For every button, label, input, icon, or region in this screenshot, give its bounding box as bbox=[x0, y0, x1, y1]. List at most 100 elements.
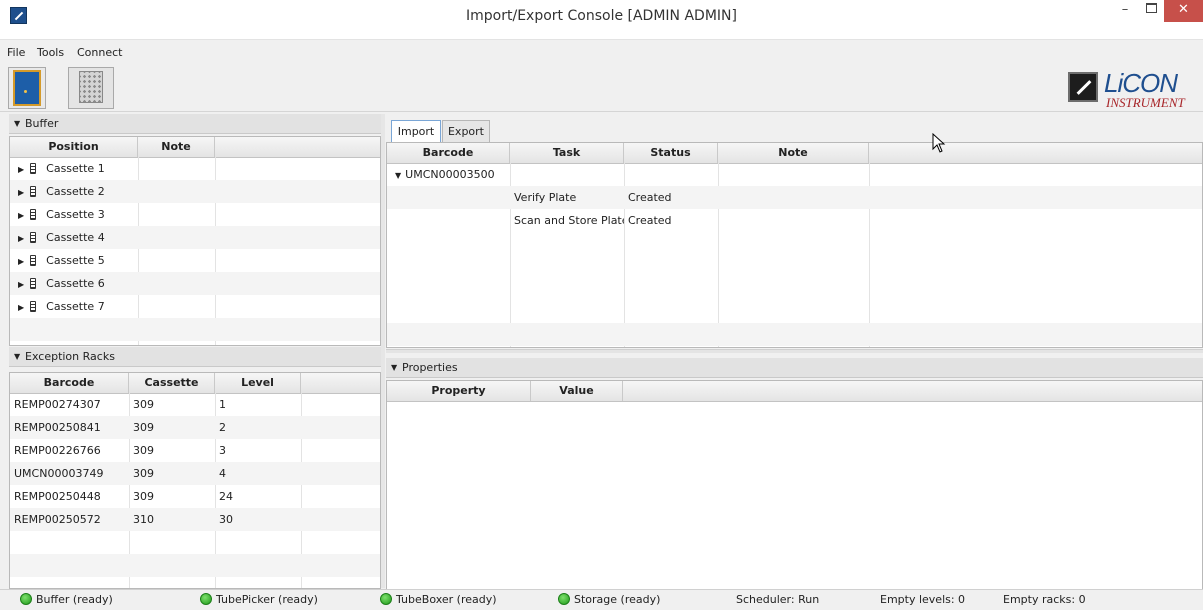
barcode-cell bbox=[387, 209, 510, 232]
status-scheduler: Scheduler: Run bbox=[736, 593, 820, 606]
expand-triangle-icon[interactable]: ▶ bbox=[18, 165, 24, 174]
exception-racks-header[interactable]: ▼ Exception Racks bbox=[9, 347, 381, 367]
toolbar bbox=[0, 64, 1203, 112]
table-row[interactable]: REMP00250841 309 2 bbox=[10, 416, 380, 439]
level-cell: 30 bbox=[219, 513, 233, 526]
table-row[interactable]: UMCN00003749 309 4 bbox=[10, 462, 380, 485]
table-row[interactable]: REMP00250448 309 24 bbox=[10, 485, 380, 508]
level-cell: 24 bbox=[219, 490, 233, 503]
cassette-icon bbox=[30, 278, 37, 289]
minimize-button[interactable]: – bbox=[1112, 0, 1138, 22]
menu-tools[interactable]: Tools bbox=[37, 46, 64, 59]
status-led-icon bbox=[558, 593, 570, 605]
column-value[interactable]: Value bbox=[531, 381, 623, 401]
table-row[interactable]: REMP00226766 309 3 bbox=[10, 439, 380, 462]
task-row[interactable]: Verify Plate Created bbox=[387, 186, 1202, 209]
expand-triangle-icon[interactable]: ▶ bbox=[18, 303, 24, 312]
expand-triangle-icon[interactable]: ▶ bbox=[18, 188, 24, 197]
maximize-button[interactable] bbox=[1138, 0, 1164, 22]
properties-title: Properties bbox=[402, 361, 458, 374]
expand-triangle-icon[interactable]: ▶ bbox=[18, 211, 24, 220]
column-barcode[interactable]: Barcode bbox=[10, 373, 129, 393]
logo-text-bottom: INSTRUMENT bbox=[1106, 95, 1185, 110]
barcode-cell bbox=[387, 186, 510, 209]
door-icon bbox=[13, 70, 41, 106]
collapse-triangle-icon: ▼ bbox=[14, 119, 21, 128]
status-empty-levels: Empty levels: 0 bbox=[880, 593, 966, 606]
expand-triangle-icon[interactable]: ▶ bbox=[18, 257, 24, 266]
buffer-row[interactable]: ▶ Cassette 6 bbox=[10, 272, 380, 295]
barcode-cell: REMP00226766 bbox=[14, 444, 101, 457]
buffer-panel: ▼ Buffer Position Note ▶ Cassette 1 ▶ Casse… bbox=[9, 114, 381, 346]
buffer-row[interactable]: ▶ Cassette 4 bbox=[10, 226, 380, 249]
buffer-table: Position Note ▶ Cassette 1 ▶ Cassette 2 ▶ Cas… bbox=[9, 136, 381, 346]
column-status[interactable]: Status bbox=[624, 143, 718, 163]
column-level[interactable]: Level bbox=[215, 373, 301, 393]
task-row[interactable]: Scan and Store Plate Created bbox=[387, 209, 1202, 232]
group-barcode: UMCN00003500 bbox=[405, 168, 495, 181]
title-bar: Import/Export Console [ADMIN ADMIN] – ✕ bbox=[0, 0, 1203, 40]
level-cell: 2 bbox=[219, 421, 226, 434]
buffer-row[interactable]: ▶ Cassette 3 bbox=[10, 203, 380, 226]
cassette-icon bbox=[30, 186, 37, 197]
column-barcode[interactable]: Barcode bbox=[387, 143, 510, 163]
status-buffer: Buffer (ready) bbox=[20, 593, 113, 606]
column-note[interactable]: Note bbox=[138, 137, 215, 157]
barcode-cell: REMP00274307 bbox=[14, 398, 101, 411]
status-cell: Created bbox=[628, 191, 672, 204]
buffer-position-cell: ▶ Cassette 5 bbox=[10, 249, 138, 272]
column-task[interactable]: Task bbox=[510, 143, 624, 163]
task-cell: Scan and Store Plate bbox=[514, 214, 624, 227]
expand-triangle-icon[interactable]: ▼ bbox=[395, 171, 401, 180]
status-empty-racks: Empty racks: 0 bbox=[1003, 593, 1086, 606]
collapse-triangle-icon: ▼ bbox=[391, 363, 398, 372]
import-table: Barcode Task Status Note ▼ UMCN00003500 V… bbox=[386, 142, 1203, 348]
status-cell: Created bbox=[628, 214, 672, 227]
cassette-label: Cassette 2 bbox=[46, 185, 105, 198]
table-row[interactable]: REMP00274307 309 1 bbox=[10, 393, 380, 416]
cassette-cell: 309 bbox=[133, 467, 154, 480]
cassette-label: Cassette 4 bbox=[46, 231, 105, 244]
splitter[interactable] bbox=[386, 349, 1203, 353]
properties-header[interactable]: ▼ Properties bbox=[386, 358, 1203, 378]
expand-triangle-icon[interactable]: ▶ bbox=[18, 234, 24, 243]
expand-triangle-icon[interactable]: ▶ bbox=[18, 280, 24, 289]
tab-export[interactable]: Export bbox=[442, 120, 490, 142]
menu-bar: File Tools Connect bbox=[0, 40, 1203, 64]
exception-racks-table: Barcode Cassette Level REMP00274307 309 1 R… bbox=[9, 372, 381, 589]
cassette-icon bbox=[30, 209, 37, 220]
cassette-icon bbox=[30, 163, 37, 174]
rack-button[interactable] bbox=[68, 67, 114, 109]
status-tubeboxer: TubeBoxer (ready) bbox=[380, 593, 497, 606]
cassette-icon bbox=[30, 301, 37, 312]
door-button[interactable] bbox=[8, 67, 46, 109]
tree-group-row[interactable]: ▼ UMCN00003500 bbox=[387, 163, 1202, 186]
cassette-cell: 309 bbox=[133, 421, 154, 434]
cassette-label: Cassette 7 bbox=[46, 300, 105, 313]
buffer-position-cell: ▶ Cassette 1 bbox=[10, 157, 138, 180]
buffer-row[interactable]: ▶ Cassette 5 bbox=[10, 249, 380, 272]
buffer-panel-header[interactable]: ▼ Buffer bbox=[9, 114, 381, 134]
note-cell bbox=[718, 209, 869, 232]
buffer-position-cell: ▶ Cassette 3 bbox=[10, 203, 138, 226]
column-cassette[interactable]: Cassette bbox=[129, 373, 215, 393]
status-led-icon bbox=[20, 593, 32, 605]
menu-connect[interactable]: Connect bbox=[77, 46, 122, 59]
buffer-row[interactable]: ▶ Cassette 1 bbox=[10, 157, 380, 180]
column-note[interactable]: Note bbox=[718, 143, 869, 163]
empty-row bbox=[10, 531, 380, 554]
maximize-icon bbox=[1145, 3, 1157, 13]
barcode-cell: REMP00250448 bbox=[14, 490, 101, 503]
level-cell: 1 bbox=[219, 398, 226, 411]
menu-file[interactable]: File bbox=[7, 46, 25, 59]
column-position[interactable]: Position bbox=[10, 137, 138, 157]
close-button[interactable]: ✕ bbox=[1164, 0, 1203, 22]
column-property[interactable]: Property bbox=[387, 381, 531, 401]
table-row[interactable]: REMP00250572 310 30 bbox=[10, 508, 380, 531]
vertical-splitter[interactable] bbox=[381, 114, 385, 588]
buffer-position-cell: ▶ Cassette 7 bbox=[10, 295, 138, 318]
tab-import[interactable]: Import bbox=[391, 120, 441, 142]
buffer-row[interactable]: ▶ Cassette 2 bbox=[10, 180, 380, 203]
buffer-row[interactable]: ▶ Cassette 7 bbox=[10, 295, 380, 318]
empty-row bbox=[10, 318, 380, 341]
